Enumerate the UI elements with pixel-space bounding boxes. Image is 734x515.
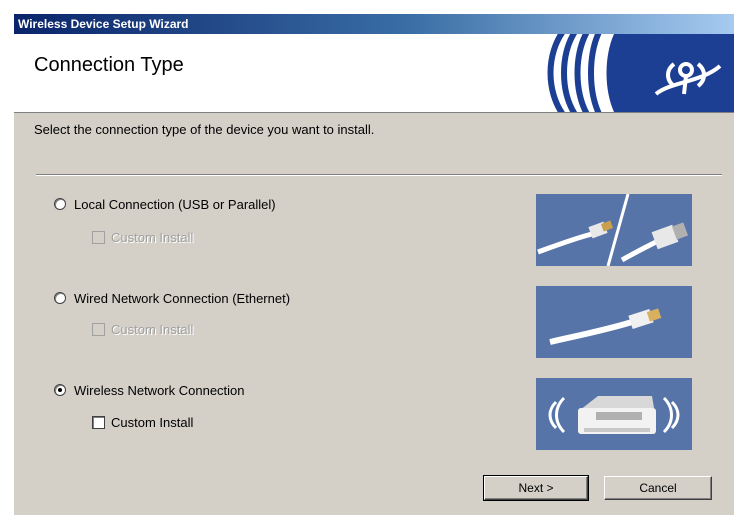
local-connection-label: Local Connection (USB or Parallel) [74, 196, 276, 212]
ethernet-cable-icon [536, 286, 692, 358]
cancel-button[interactable]: Cancel [604, 476, 712, 500]
wizard-header: Connection Type [14, 34, 734, 113]
window-title: Wireless Device Setup Wizard [18, 17, 189, 31]
wizard-window: Connection Type Select the connection ty… [14, 34, 734, 515]
separator [36, 174, 722, 176]
checkbox[interactable] [92, 415, 105, 429]
wireless-network-connection-radio[interactable]: Wireless Network Connection [54, 380, 245, 400]
checkbox [92, 230, 105, 244]
wireless-network-label: Wireless Network Connection [74, 382, 245, 398]
next-button[interactable]: Next > [483, 475, 589, 501]
custom-install-label: Custom Install [111, 414, 194, 430]
wired-network-label: Wired Network Connection (Ethernet) [74, 290, 291, 306]
local-connection-radio[interactable]: Local Connection (USB or Parallel) [54, 194, 276, 214]
wireless-logo-icon [547, 34, 734, 112]
local-custom-install-checkbox: Custom Install [92, 227, 193, 247]
page-title: Connection Type [34, 54, 184, 76]
usb-parallel-cables-icon [536, 194, 692, 266]
wireless-printer-icon [536, 378, 692, 450]
radio-button-selected[interactable] [54, 384, 66, 396]
instruction-text: Select the connection type of the device… [34, 122, 375, 137]
radio-button[interactable] [54, 292, 66, 304]
wireless-custom-install-checkbox[interactable]: Custom Install [92, 412, 193, 432]
custom-install-label: Custom Install [111, 229, 194, 245]
radio-button[interactable] [54, 198, 66, 210]
wired-custom-install-checkbox: Custom Install [92, 319, 193, 339]
custom-install-label: Custom Install [111, 321, 194, 337]
window-titlebar[interactable]: Wireless Device Setup Wizard [14, 14, 734, 34]
wired-network-connection-radio[interactable]: Wired Network Connection (Ethernet) [54, 288, 290, 308]
checkbox [92, 322, 105, 336]
